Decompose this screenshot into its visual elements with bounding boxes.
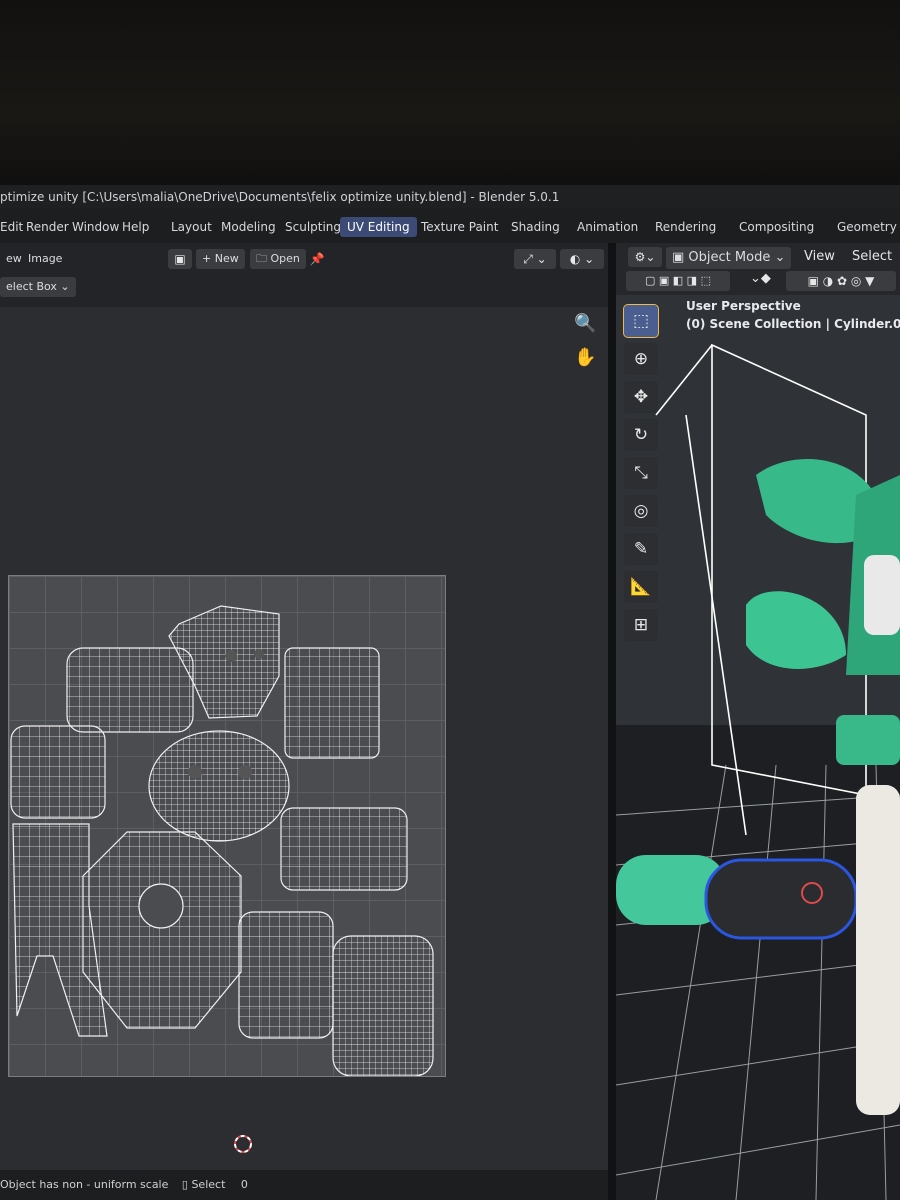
uv-island: [10, 725, 106, 819]
hand-pan-icon[interactable]: ✋: [574, 347, 600, 373]
uv-sync-selection-icon[interactable]: ⤢ ⌄: [514, 249, 556, 269]
uv-island: [82, 831, 242, 1029]
tab-layout[interactable]: Layout: [164, 217, 219, 237]
tab-sculpting[interactable]: Sculpting: [278, 217, 348, 237]
window-title: ptimize unity [C:\Users\malia\OneDrive\D…: [0, 190, 560, 204]
image-browse-icon[interactable]: ▣: [168, 249, 192, 269]
shading-mode-icons[interactable]: ▣ ◑ ✿ ◎ ▼: [786, 271, 896, 291]
status-bar: Object has non - uniform scale ▯ Select …: [0, 1170, 608, 1200]
tab-compositing[interactable]: Compositing: [732, 217, 821, 237]
viewport-view-menu[interactable]: View: [804, 249, 835, 264]
uv-texture-grid: [8, 575, 446, 1077]
uv-island: [66, 647, 194, 733]
folder-icon: 🗀: [256, 252, 271, 265]
gizmo-toggle-icon[interactable]: ⌄◆: [750, 271, 771, 286]
selection-mode-icons[interactable]: ▢ ▣ ◧ ◨ ⬚: [626, 271, 730, 291]
object-mode-icon: ▣: [672, 250, 689, 265]
uv-island-hole: [138, 883, 184, 929]
select-box-dropdown[interactable]: elect Box ⌄: [0, 277, 76, 297]
tab-animation[interactable]: Animation: [570, 217, 645, 237]
uv-editor-header: ew Image ▣ + New 🗀 Open 📌 elect Box ⌄ ⤢ …: [0, 243, 610, 307]
plus-icon: +: [202, 252, 215, 265]
tab-geometry[interactable]: Geometry: [830, 217, 900, 237]
tab-texture-paint[interactable]: Texture Paint: [414, 217, 505, 237]
menu-window[interactable]: Window: [72, 217, 119, 237]
top-menu-bar: Edit Render Window Help Layout Modeling …: [0, 209, 900, 243]
image-menu[interactable]: Image: [22, 249, 68, 269]
uv-island: [332, 935, 434, 1076]
zoom-icon[interactable]: 🔍: [574, 313, 600, 339]
scene-render: [616, 343, 900, 1200]
mouse-icon: ▯: [181, 1178, 188, 1191]
3d-viewport[interactable]: ⚙⌄ ▣ Object Mode ⌄ View Select ▢ ▣ ◧ ◨ ⬚…: [616, 243, 900, 1200]
monitor-bezel: [0, 0, 900, 190]
editor-type-icon[interactable]: ⚙⌄: [628, 247, 662, 267]
viewport-header: ⚙⌄ ▣ Object Mode ⌄ View Select ▢ ▣ ◧ ◨ ⬚…: [616, 243, 900, 295]
uv-island: [280, 807, 408, 891]
area-divider[interactable]: [608, 243, 616, 1200]
status-warning: Object has non - uniform scale: [0, 1178, 169, 1191]
uv-island: [148, 730, 290, 842]
chevron-down-icon: ⌄: [770, 250, 786, 265]
menu-edit[interactable]: Edit: [0, 217, 23, 237]
viewport-select-menu[interactable]: Select: [852, 249, 892, 264]
uv-islands: [10, 605, 434, 1076]
uv-editor-canvas[interactable]: 🔍 ✋: [0, 307, 608, 1200]
uv-island: [284, 647, 380, 759]
blender-window: ptimize unity [C:\Users\malia\OneDrive\D…: [0, 185, 900, 1200]
uv-island: [238, 911, 334, 1039]
tab-uv-editing[interactable]: UV Editing: [340, 217, 417, 237]
overlay-toggle-icon[interactable]: ◐ ⌄: [560, 249, 604, 269]
menu-help[interactable]: Help: [122, 217, 149, 237]
tab-modeling[interactable]: Modeling: [214, 217, 283, 237]
mode-dropdown[interactable]: ▣ Object Mode ⌄: [666, 247, 792, 269]
status-count: 0: [240, 1178, 248, 1191]
status-select: Select: [191, 1178, 226, 1191]
chevron-down-icon: ⌄: [56, 280, 70, 293]
window-title-bar: ptimize unity [C:\Users\malia\OneDrive\D…: [0, 185, 900, 209]
tab-shading[interactable]: Shading: [504, 217, 567, 237]
open-image-button[interactable]: 🗀 Open: [250, 249, 306, 269]
tab-rendering[interactable]: Rendering: [648, 217, 723, 237]
new-image-button[interactable]: + New: [196, 249, 245, 269]
cursor-2d-icon[interactable]: [232, 1133, 254, 1155]
menu-render[interactable]: Render: [26, 217, 69, 237]
pin-icon[interactable]: 📌: [306, 249, 328, 269]
